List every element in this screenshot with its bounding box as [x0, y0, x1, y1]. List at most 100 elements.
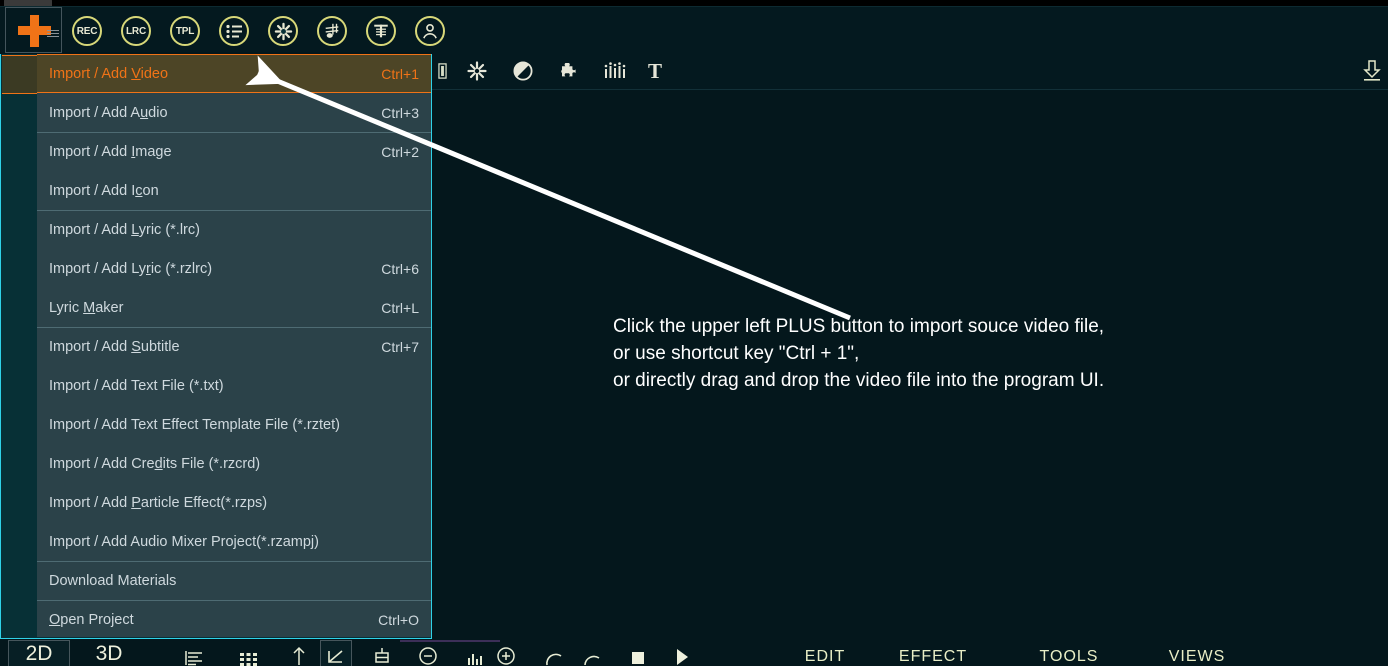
equalizer-icon[interactable] [598, 60, 632, 82]
curve-b-icon[interactable] [576, 642, 608, 666]
menu-item[interactable]: Import / Add Image Ctrl+2 [37, 132, 431, 171]
menu-item-label: Lyric Maker [49, 299, 124, 316]
curve-a-icon[interactable] [538, 642, 570, 666]
menu-item-shortcut: Ctrl+L [381, 299, 419, 316]
menu-item-label: Import / Add Video [49, 65, 169, 82]
bottom-tab[interactable]: VIEWS [1152, 640, 1242, 666]
play-icon[interactable] [666, 642, 698, 666]
main-toolbar: REC LRC TPL [0, 6, 1388, 53]
menu-item-label: Import / Add Image [49, 144, 172, 160]
menu-item[interactable]: Import / Add Credits File (*.rzcrd) [37, 444, 431, 483]
text-icon[interactable]: T [640, 59, 670, 83]
annotation-line-3: or directly drag and drop the video file… [613, 370, 1105, 391]
menu-item-accelerator: u [140, 104, 149, 121]
menu-item-label: Import / Add Audio [49, 104, 168, 121]
annotation-text: Click the upper left PLUS button to impo… [613, 313, 1313, 394]
effects-button[interactable] [268, 16, 298, 46]
menu-item-label: Import / Add Particle Effect(*.rzps) [49, 494, 268, 511]
rec-button[interactable]: REC [72, 16, 102, 46]
menu-gutter-highlight [2, 55, 37, 94]
menu-item-shortcut: Ctrl+O [378, 612, 419, 628]
crop-icon[interactable] [320, 640, 352, 666]
secondary-toolbar: T [432, 52, 1388, 90]
text-effect-button[interactable] [366, 16, 396, 46]
contrast-icon[interactable] [508, 60, 538, 82]
bottom-tab[interactable]: EDIT [780, 640, 870, 666]
view-mode-button[interactable]: 2D [8, 640, 70, 666]
zoom-in-icon[interactable] [490, 642, 522, 666]
menu-item[interactable]: Open Project Ctrl+O [37, 600, 431, 639]
menu-item-accelerator: P [131, 494, 141, 511]
menu-item-shortcut: Ctrl+2 [381, 144, 419, 160]
menu-item-label: Import / Add Text File (*.txt) [49, 377, 224, 394]
menu-item[interactable]: Lyric Maker Ctrl+L [37, 288, 431, 327]
menu-item[interactable]: Import / Add Particle Effect(*.rzps) [37, 483, 431, 522]
bottom-toolbar: 2D 3D EDIT EFFECT TOOLS VIEWS [0, 640, 1388, 666]
list-button[interactable] [219, 16, 249, 46]
bottom-tab[interactable]: EFFECT [888, 640, 978, 666]
menu-item[interactable]: Import / Add Text File (*.txt) [37, 366, 431, 405]
grid-icon[interactable] [233, 642, 265, 666]
view-mode-button[interactable]: 3D [78, 640, 140, 666]
menu-item[interactable]: Import / Add Icon [37, 171, 431, 210]
media-icon[interactable] [432, 60, 452, 82]
menu-item-accelerator: d [154, 455, 163, 472]
tpl-button[interactable]: TPL [170, 16, 200, 46]
menu-item-accelerator: I [131, 144, 136, 160]
arrow-up-icon[interactable] [283, 642, 315, 666]
menu-item-accelerator: r [145, 260, 151, 277]
user-button[interactable] [415, 16, 445, 46]
menu-item-shortcut: Ctrl+6 [381, 260, 419, 277]
menu-item-label: Import / Add Text Effect Template File (… [49, 416, 340, 433]
annotation-line-2: or use shortcut key "Ctrl + 1", [613, 343, 860, 364]
bottom-tab[interactable]: TOOLS [1024, 640, 1114, 666]
stop-icon[interactable] [622, 642, 654, 666]
puzzle-icon[interactable] [554, 60, 584, 82]
align-left-icon[interactable] [178, 642, 210, 666]
table-icon[interactable] [366, 642, 398, 666]
rec-label: REC [76, 25, 98, 37]
app-window: REC LRC TPL T Import / Add Video Ctrl+1 … [0, 0, 1388, 666]
annotation-line-1: Click the upper left PLUS button to impo… [613, 316, 1105, 337]
menu-item[interactable]: Download Materials [37, 561, 431, 600]
menu-item[interactable]: Import / Add Lyric (*.lrc) [37, 210, 431, 249]
import-add-plus-button[interactable] [5, 7, 62, 53]
asterisk-icon [274, 22, 292, 40]
menu-item-label: Import / Add Lyric (*.rzlrc) [49, 260, 213, 277]
export-download-icon[interactable] [1357, 60, 1387, 82]
import-add-menu: Import / Add Video Ctrl+1 Import / Add Aud… [0, 54, 432, 666]
list-icon [225, 24, 242, 38]
menu-item-label: Import / Add Audio Mixer Project(*.rzamp… [49, 533, 319, 550]
menu-item[interactable]: Import / Add Audio Ctrl+3 [37, 93, 431, 132]
menu-item[interactable]: Import / Add Subtitle Ctrl+7 [37, 327, 431, 366]
menu-item-shortcut: Ctrl+7 [381, 339, 419, 355]
lrc-label: LRC [126, 25, 146, 37]
menu-item-label: Download Materials [49, 573, 177, 589]
menu-item-accelerator: V [131, 65, 141, 82]
menu-item[interactable]: Import / Add Audio Mixer Project(*.rzamp… [37, 522, 431, 561]
menu-item-accelerator: O [49, 612, 61, 628]
music-button[interactable] [317, 16, 347, 46]
menu-item[interactable]: Import / Add Text Effect Template File (… [37, 405, 431, 444]
asterisk-icon[interactable] [462, 60, 492, 82]
waveform-icon[interactable] [460, 642, 492, 666]
menu-item-shortcut: Ctrl+3 [381, 104, 419, 121]
text-effect-icon [374, 24, 388, 38]
menu-item-accelerator: c [135, 182, 143, 199]
menu-item-label: Open Project [49, 612, 134, 628]
menu-item-shortcut: Ctrl+1 [381, 65, 419, 82]
menu-item-label: Import / Add Icon [49, 182, 159, 199]
toolbar-divider [432, 89, 1388, 90]
menu-icon-gutter [2, 54, 37, 637]
user-icon [423, 23, 437, 39]
lrc-button[interactable]: LRC [121, 16, 151, 46]
menu-item[interactable]: Import / Add Video Ctrl+1 [37, 54, 431, 93]
menu-item-list: Import / Add Video Ctrl+1 Import / Add Aud… [37, 54, 431, 666]
menu-item-label: Import / Add Credits File (*.rzcrd) [49, 455, 261, 472]
menu-item-label: Import / Add Lyric (*.lrc) [49, 222, 200, 238]
menu-lines-icon [47, 30, 59, 39]
music-note-icon [325, 23, 339, 38]
tpl-label: TPL [175, 25, 195, 37]
menu-item[interactable]: Import / Add Lyric (*.rzlrc) Ctrl+6 [37, 249, 431, 288]
zoom-out-icon[interactable] [412, 642, 444, 666]
